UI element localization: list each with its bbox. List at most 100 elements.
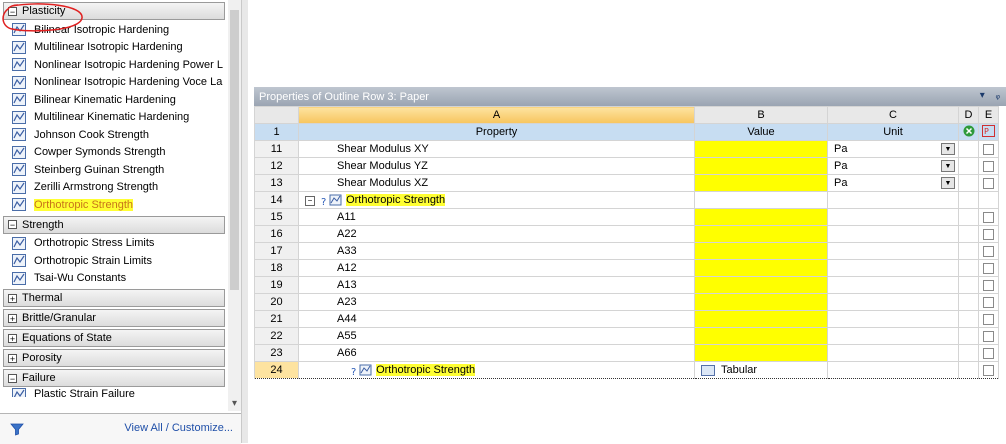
value-cell[interactable] [694,174,828,192]
parameter-checkbox[interactable] [983,313,994,325]
parameter-checkbox[interactable] [983,296,994,308]
category-failure[interactable]: − Failure [3,369,225,387]
collapse-icon[interactable]: − [8,373,17,383]
column-letter-d[interactable]: D [958,106,979,124]
value-cell[interactable] [694,157,828,175]
parameter-checkbox[interactable] [983,160,994,172]
value-cell[interactable] [694,140,828,158]
table-row[interactable]: 16 A22 [254,225,999,243]
value-cell[interactable] [694,259,828,277]
row-number[interactable]: 14 [254,191,299,209]
row-number[interactable]: 17 [254,242,299,260]
parameter-checkbox[interactable] [983,245,994,257]
parameter-checkbox[interactable] [983,364,994,376]
row-number[interactable]: 19 [254,276,299,294]
toolbox-item[interactable]: Multilinear Kinematic Hardening [0,109,228,127]
collapse-icon[interactable]: − [305,195,315,206]
table-row[interactable]: 22 A55 [254,327,999,345]
table-row[interactable]: 18 A12 [254,259,999,277]
scrollbar-thumb[interactable] [230,10,239,290]
table-row[interactable]: 12 Shear Modulus YZ Pa ▼ [254,157,999,175]
column-letter-a[interactable]: A [298,106,695,124]
toolbox-item[interactable]: Orthotropic Strain Limits [0,252,228,270]
table-row[interactable]: 15 A11 [254,208,999,226]
scroll-down-arrow-icon[interactable]: ▾ [228,397,241,411]
expand-icon[interactable]: + [8,313,17,323]
parameter-checkbox[interactable] [983,330,994,342]
property-cell[interactable]: A12 [298,259,695,277]
toolbox-item[interactable]: Bilinear Isotropic Hardening [0,21,228,39]
row-number[interactable]: 13 [254,174,299,192]
property-cell[interactable]: A33 [298,242,695,260]
property-cell[interactable]: ? Orthotropic Strength [298,361,695,379]
value-cell[interactable] [694,327,828,345]
property-cell[interactable]: Shear Modulus XZ [298,174,695,192]
dropdown-arrow-icon[interactable]: ▼ [941,143,955,155]
row-number[interactable]: 18 [254,259,299,277]
property-cell[interactable]: A44 [298,310,695,328]
unit-cell[interactable]: Pa ▼ [827,174,959,192]
value-cell[interactable] [694,293,828,311]
parameter-checkbox[interactable] [983,143,994,155]
category-equations-of-state[interactable]: + Equations of State [3,329,225,347]
table-row[interactable]: 24? Orthotropic Strength Tabular [254,361,999,379]
toolbox-item[interactable]: Orthotropic Stress Limits [0,235,228,253]
collapse-icon[interactable]: − [8,6,17,16]
table-row[interactable]: 20 A23 [254,293,999,311]
category-plasticity[interactable]: − Plasticity [3,2,225,20]
property-cell[interactable]: A55 [298,327,695,345]
value-cell[interactable] [694,310,828,328]
property-cell[interactable]: Shear Modulus YZ [298,157,695,175]
pin-icon[interactable]: ᵩ [996,90,1000,101]
parameter-checkbox[interactable] [983,262,994,274]
column-letter-c[interactable]: C [827,106,959,124]
row-number[interactable]: 20 [254,293,299,311]
row-number[interactable]: 15 [254,208,299,226]
toolbox-item[interactable]: Plastic Strain Failure [0,388,228,397]
property-cell[interactable]: −? Orthotropic Strength [298,191,695,209]
row-number[interactable]: 16 [254,225,299,243]
property-cell[interactable]: Shear Modulus XY [298,140,695,158]
row-number[interactable]: 21 [254,310,299,328]
toolbox-item[interactable]: Orthotropic Strength [0,196,228,214]
property-cell[interactable]: A22 [298,225,695,243]
property-cell[interactable]: A23 [298,293,695,311]
clear-x-icon[interactable] [963,125,975,137]
table-row[interactable]: 13 Shear Modulus XZ Pa ▼ [254,174,999,192]
parameter-checkbox[interactable] [983,211,994,223]
parameter-checkbox[interactable] [983,177,994,189]
table-row[interactable]: 11 Shear Modulus XY Pa ▼ [254,140,999,158]
value-cell[interactable] [694,344,828,362]
row-number[interactable]: 23 [254,344,299,362]
table-row[interactable]: 23 A66 [254,344,999,362]
view-all-customize-link[interactable]: View All / Customize... [124,422,233,434]
row-number[interactable]: 22 [254,327,299,345]
toolbox-item[interactable]: Johnson Cook Strength [0,126,228,144]
property-cell[interactable]: A13 [298,276,695,294]
filter-icon[interactable] [10,422,24,436]
property-cell[interactable]: A11 [298,208,695,226]
value-cell[interactable] [694,225,828,243]
expand-icon[interactable]: + [8,353,17,363]
row-number[interactable]: 12 [254,157,299,175]
expand-icon[interactable]: + [8,293,17,303]
parameter-checkbox[interactable] [983,228,994,240]
toolbox-item[interactable]: Steinberg Guinan Strength [0,161,228,179]
toolbox-item[interactable]: Tsai-Wu Constants [0,270,228,288]
dropdown-arrow-icon[interactable]: ▾ [980,90,985,101]
unit-cell[interactable]: Pa ▼ [827,140,959,158]
row-number[interactable]: 24 [254,361,299,379]
toolbox-item[interactable]: Multilinear Isotropic Hardening [0,39,228,57]
table-row[interactable]: 14−? Orthotropic Strength [254,191,999,209]
column-letter-e[interactable]: E [978,106,999,124]
value-cell[interactable] [694,276,828,294]
toolbox-item[interactable]: Cowper Symonds Strength [0,144,228,162]
toolbox-item[interactable]: Zerilli Armstrong Strength [0,179,228,197]
panel-splitter[interactable] [241,0,248,443]
value-cell[interactable] [694,208,828,226]
category-brittle-granular[interactable]: + Brittle/Granular [3,309,225,327]
expand-icon[interactable]: + [8,333,17,343]
value-cell[interactable]: Tabular [694,361,828,379]
table-row[interactable]: 21 A44 [254,310,999,328]
toolbox-item[interactable]: Nonlinear Isotropic Hardening Voce La [0,74,228,92]
